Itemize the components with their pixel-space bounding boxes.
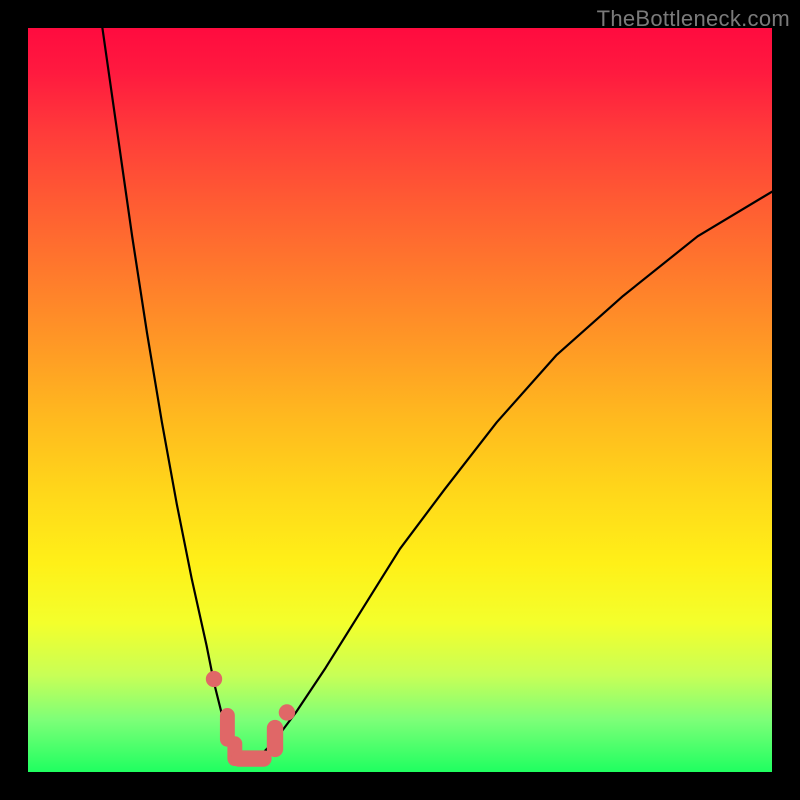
plot-area <box>28 28 772 772</box>
trough-marker-3 <box>231 750 272 766</box>
chart-frame: TheBottleneck.com <box>0 0 800 800</box>
trough-marker-5 <box>279 704 295 720</box>
curve-group <box>102 28 772 757</box>
trough-marker-0 <box>206 671 222 687</box>
curve-overlay <box>28 28 772 772</box>
trough-marker-4 <box>267 720 283 757</box>
series-right-curve <box>259 192 772 757</box>
series-left-curve <box>102 28 243 757</box>
marker-group <box>206 671 295 767</box>
